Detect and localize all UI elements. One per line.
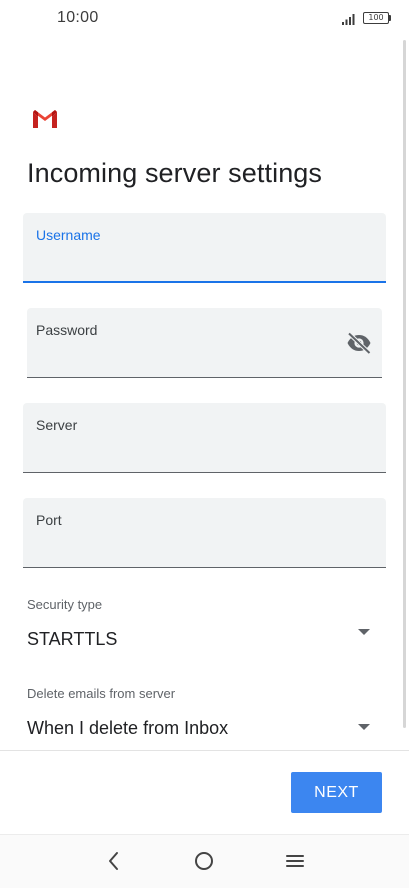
port-input[interactable]	[36, 540, 373, 558]
server-input[interactable]	[36, 445, 373, 463]
status-time: 10:00	[57, 9, 99, 26]
password-input[interactable]	[36, 350, 334, 368]
server-label: Server	[36, 417, 78, 433]
delete-emails-value: When I delete from Inbox	[27, 718, 229, 738]
server-field[interactable]: Server	[23, 403, 386, 473]
password-field[interactable]: Password	[27, 308, 382, 378]
delete-emails-label: Delete emails from server	[27, 686, 176, 701]
battery-cap	[389, 15, 391, 21]
home-icon[interactable]	[190, 847, 218, 875]
server-underline	[23, 472, 386, 473]
password-label: Password	[36, 322, 98, 338]
username-underline	[23, 281, 386, 283]
back-icon[interactable]	[100, 847, 128, 875]
dropdown-arrow-icon	[358, 629, 370, 635]
port-field[interactable]: Port	[23, 498, 386, 568]
page-title: Incoming server settings	[27, 158, 323, 188]
username-field[interactable]: Username	[23, 213, 386, 283]
signal-icon	[342, 14, 355, 25]
security-type-dropdown[interactable]: STARTTLS	[23, 620, 383, 660]
password-underline	[27, 377, 382, 378]
dropdown-arrow-icon	[358, 724, 370, 730]
delete-emails-dropdown[interactable]: When I delete from Inbox	[23, 709, 383, 747]
menu-icon[interactable]	[281, 847, 309, 875]
security-type-label: Security type	[27, 597, 103, 612]
gmail-logo	[33, 110, 57, 128]
scrollbar[interactable]	[403, 40, 406, 728]
security-type-value: STARTTLS	[27, 629, 118, 649]
battery-icon: 100	[363, 12, 389, 24]
port-underline	[23, 567, 386, 568]
port-label: Port	[36, 512, 62, 528]
eye-off-icon[interactable]	[346, 332, 372, 354]
footer-divider	[0, 750, 409, 751]
next-button[interactable]: NEXT	[291, 772, 382, 813]
username-input[interactable]	[36, 255, 373, 273]
navigation-bar	[0, 834, 409, 888]
username-label: Username	[36, 227, 101, 243]
